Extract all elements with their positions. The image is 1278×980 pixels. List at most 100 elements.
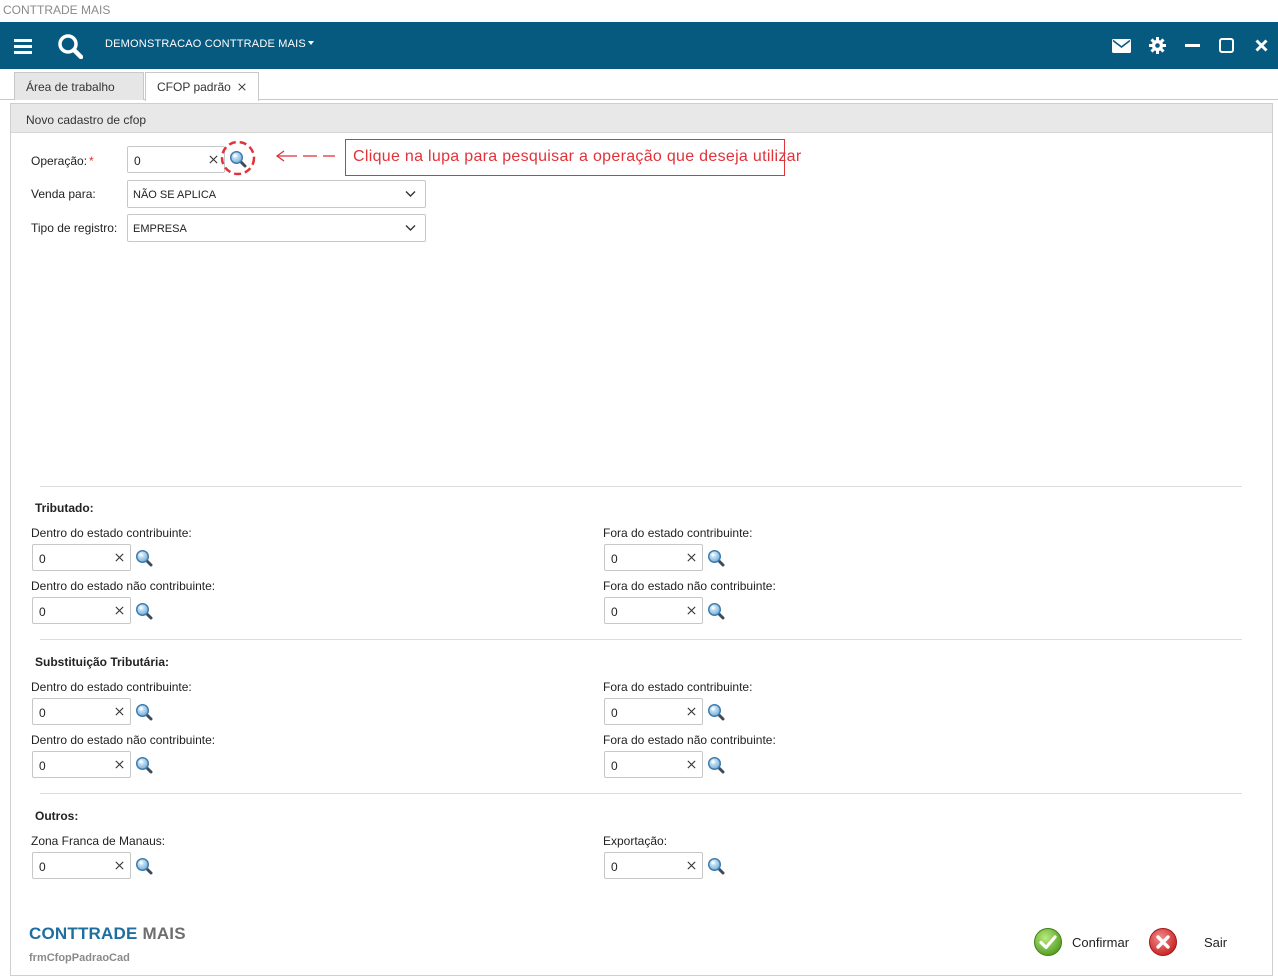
field-value: 0 [611,552,618,566]
cancel-icon [1149,928,1177,956]
search-icon[interactable] [56,22,84,69]
confirm-button[interactable]: Confirmar [1033,927,1129,957]
clear-icon[interactable] [114,706,125,720]
envelope-icon[interactable] [1111,22,1131,69]
tab-label: Área de trabalho [26,80,115,94]
trib-dentro-contrib-input[interactable]: 0 [32,544,131,571]
highlight-circle [220,140,256,176]
trib-fora-nao-contrib-search-icon[interactable] [707,602,725,620]
field-value: 0 [39,706,46,720]
st-dentro-contrib-search-icon[interactable] [135,703,153,721]
clear-icon[interactable] [686,860,697,874]
minimize-icon[interactable] [1184,22,1200,69]
clear-icon[interactable] [686,552,697,566]
venda-para-value: NÃO SE APLICA [133,189,217,201]
operacao-label: Operação: * [31,154,94,168]
company-selector[interactable]: DEMONSTRACAO CONTTRADE MAIS [105,38,314,50]
exit-button[interactable]: Sair [1148,927,1227,957]
st-fora-contrib-search-icon[interactable] [707,703,725,721]
clear-icon[interactable] [686,706,697,720]
check-icon [1034,928,1062,956]
section-title-tributado: Tributado: [35,501,94,515]
st-dentro-nao-contrib-search-icon[interactable] [135,756,153,774]
st-fora-nao-contrib-label: Fora do estado não contribuinte: [603,733,776,747]
exportacao-search-icon[interactable] [707,857,725,875]
chevron-down-icon [405,225,416,231]
zona-franca-label: Zona Franca de Manaus: [31,834,166,848]
tab-label: CFOP padrão [157,80,231,94]
clear-icon[interactable] [686,605,697,619]
trib-dentro-nao-contrib-input[interactable]: 0 [32,597,131,624]
tab-close-icon[interactable] [237,81,247,95]
trib-dentro-contrib-label: Dentro do estado contribuinte: [31,526,192,540]
maximize-icon[interactable] [1218,22,1234,69]
clear-icon[interactable] [686,759,697,773]
gear-icon[interactable] [1148,22,1166,69]
clear-icon[interactable] [114,552,125,566]
field-value: 0 [39,552,46,566]
tab-strip: Área de trabalho CFOP padrão [0,69,1278,101]
tab-area-de-trabalho[interactable]: Área de trabalho [14,72,144,100]
field-value: 0 [611,860,618,874]
tipo-registro-value: EMPRESA [133,223,187,235]
st-dentro-contrib-label: Dentro do estado contribuinte: [31,680,192,694]
panel-title: Novo cadastro de cfop [11,104,1272,133]
field-value: 0 [39,605,46,619]
field-value: 0 [611,759,618,773]
tipo-registro-label: Tipo de registro: [31,221,118,235]
st-dentro-nao-contrib-label: Dentro do estado não contribuinte: [31,733,216,747]
section-title-outros: Outros: [35,809,79,823]
st-fora-contrib-input[interactable]: 0 [604,698,703,725]
divider [40,639,1242,640]
exit-label: Sair [1204,934,1228,950]
field-value: 0 [39,759,46,773]
field-value: 0 [611,605,618,619]
trib-fora-contrib-input[interactable]: 0 [604,544,703,571]
zona-franca-search-icon[interactable] [135,857,153,875]
trib-fora-contrib-label: Fora do estado contribuinte: [603,526,753,540]
top-navigation-bar: DEMONSTRACAO CONTTRADE MAIS [0,22,1278,69]
st-fora-nao-contrib-input[interactable]: 0 [604,751,703,778]
required-marker: * [89,154,94,168]
st-dentro-nao-contrib-input[interactable]: 0 [32,751,131,778]
trib-fora-nao-contrib-label: Fora do estado não contribuinte: [603,579,776,593]
divider [40,486,1242,487]
confirm-label: Confirmar [1072,934,1130,950]
zona-franca-input[interactable]: 0 [32,852,131,879]
field-value: 0 [39,860,46,874]
company-name: DEMONSTRACAO CONTTRADE MAIS [105,38,306,50]
clear-icon[interactable] [114,759,125,773]
chevron-down-icon [405,191,416,197]
close-icon[interactable] [1253,22,1269,69]
st-dentro-contrib-input[interactable]: 0 [32,698,131,725]
form-name: frmCfopPadraoCad [29,952,130,964]
exportacao-label: Exportação: [603,834,668,848]
trib-fora-nao-contrib-input[interactable]: 0 [604,597,703,624]
clear-icon[interactable] [114,605,125,619]
trib-dentro-nao-contrib-label: Dentro do estado não contribuinte: [31,579,216,593]
arrow-left-icon [275,150,335,162]
venda-para-select[interactable]: NÃO SE APLICA [127,180,426,208]
tab-cfop-padrao[interactable]: CFOP padrão [145,72,259,101]
st-fora-nao-contrib-search-icon[interactable] [707,756,725,774]
exportacao-input[interactable]: 0 [604,852,703,879]
venda-para-label: Venda para: [31,187,96,201]
section-title-substituicao: Substituição Tributária: [35,655,170,669]
operacao-input[interactable]: 0 [127,146,225,173]
divider [40,793,1242,794]
operacao-value: 0 [134,154,141,168]
clear-icon[interactable] [208,154,219,168]
window-title: CONTTRADE MAIS [0,0,1278,22]
field-value: 0 [611,706,618,720]
tipo-registro-select[interactable]: EMPRESA [127,214,426,242]
brand-logo: CONTTRADE MAIS [29,924,186,943]
form-panel: Novo cadastro de cfop Operação: * 0 Cliqu… [10,103,1273,976]
menu-icon[interactable] [11,22,35,69]
trib-dentro-nao-contrib-search-icon[interactable] [135,602,153,620]
trib-fora-contrib-search-icon[interactable] [707,549,725,567]
caret-down-icon [307,41,314,45]
help-callout: Clique na lupa para pesquisar a operação… [345,139,801,176]
st-fora-contrib-label: Fora do estado contribuinte: [603,680,753,694]
clear-icon[interactable] [114,860,125,874]
trib-dentro-contrib-search-icon[interactable] [135,549,153,567]
